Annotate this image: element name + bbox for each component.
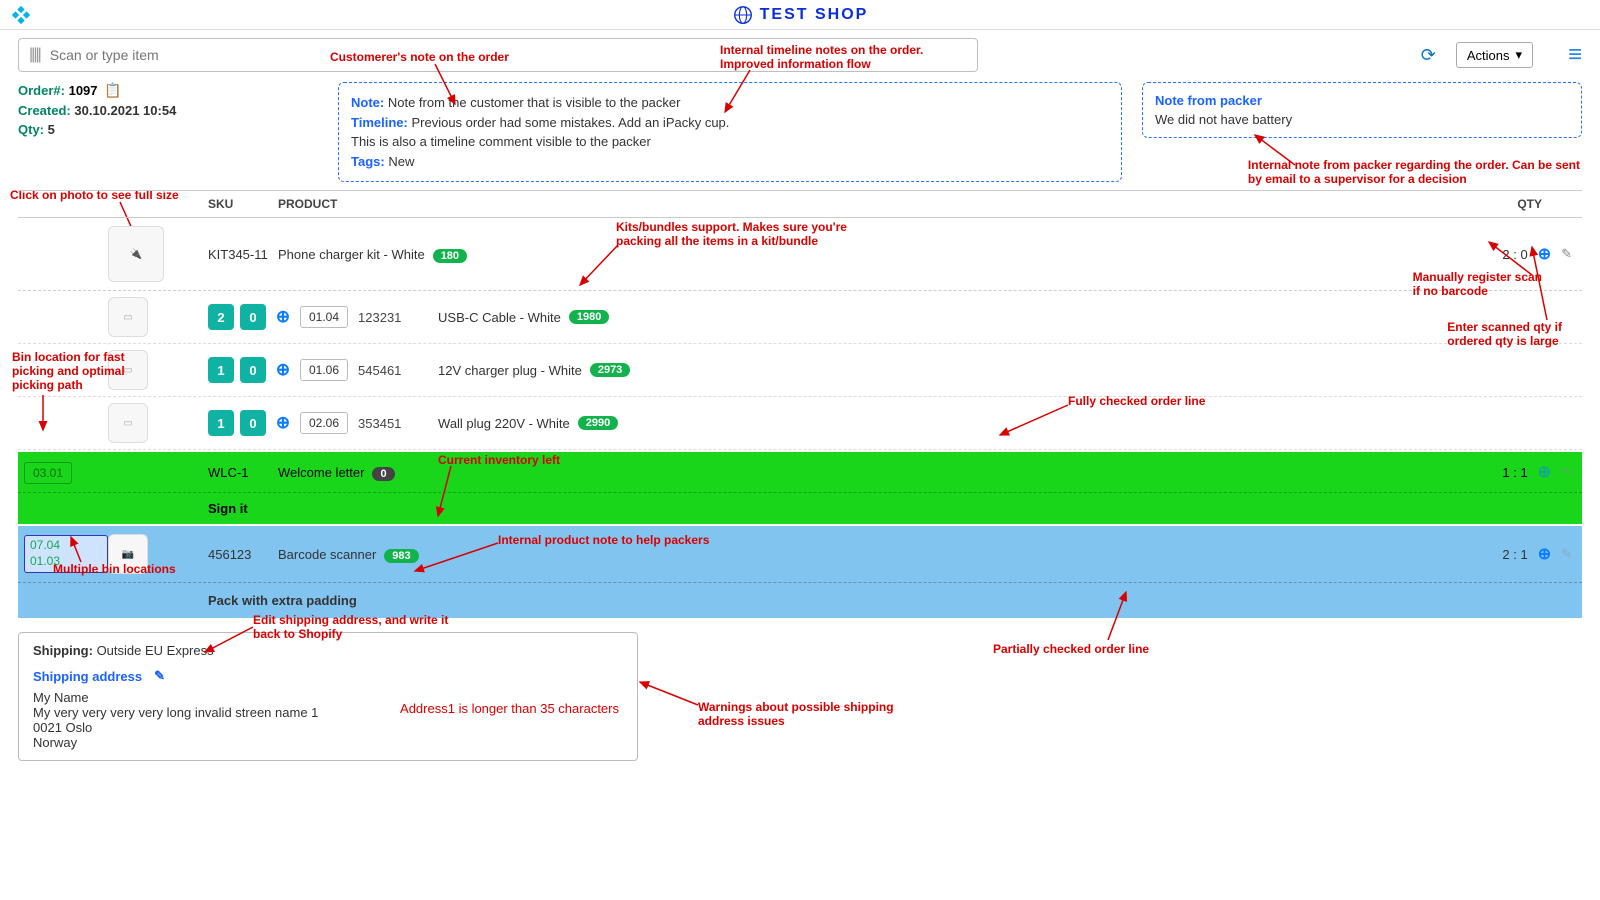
table-header: SKU PRODUCT QTY (18, 191, 1582, 218)
top-bar: TEST SHOP (0, 0, 1600, 30)
annot-shipwarn: Warnings about possible shipping address… (698, 700, 894, 728)
kit-item-row: ▭ 20 ⊕ 01.04 123231USB-C Cable - White 1980 (18, 291, 1582, 344)
full-name: Welcome letter (278, 465, 364, 480)
item-sku: 123231 (358, 310, 438, 325)
annot-fullcheck: Fully checked order line (1068, 394, 1205, 408)
kit-name: Phone charger kit - White (278, 247, 425, 262)
shop-brand: TEST SHOP (732, 4, 869, 26)
shipping-card: Shipping: Outside EU Express Shipping ad… (18, 632, 638, 761)
full-checked-row: 03.01 WLC-1 Welcome letter 0 1 : 1 ⊕ ✎ Si… (18, 452, 1582, 524)
item-sku: 353451 (358, 416, 438, 431)
barcode-icon: ||||| (29, 46, 40, 64)
item-inv: 1980 (569, 310, 609, 324)
timeline-label: Timeline: (351, 115, 408, 130)
ship-warning: Address1 is longer than 35 characters (400, 701, 619, 716)
product-thumb[interactable]: ▭ (108, 297, 148, 337)
qty-scanned-chip: 0 (240, 410, 266, 436)
qty-ordered-chip: 2 (208, 304, 234, 330)
partial-checked-row: 07.04 01.03 📷 456123 Barcode scanner983 … (18, 526, 1582, 618)
product-thumb[interactable]: 🔌 (108, 226, 164, 282)
partial-qty: 2 : 1 (1502, 547, 1527, 562)
qty-ordered-chip: 1 (208, 410, 234, 436)
menu-icon[interactable]: ≡ (1568, 41, 1582, 69)
packer-note-box: Note from packer We did not have battery (1142, 82, 1582, 138)
annot-bin: Bin location for fast picking and optima… (12, 350, 125, 392)
edit-qty-icon[interactable]: ✎ (1561, 464, 1572, 480)
qty-ordered-chip: 1 (208, 357, 234, 383)
timeline-text2: This is also a timeline comment visible … (351, 132, 1109, 152)
full-note: Sign it (18, 493, 1582, 524)
add-scan-icon[interactable]: ⊕ (272, 412, 294, 434)
qty-scanned-chip: 0 (240, 304, 266, 330)
annot-timeline: Internal timeline notes on the order. Im… (720, 43, 923, 71)
annot-inventory: Current inventory left (438, 453, 560, 467)
annot-kit: Kits/bundles support. Makes sure you're … (616, 220, 847, 248)
full-sku: WLC-1 (208, 465, 278, 480)
brand-text: TEST SHOP (760, 6, 869, 24)
th-qty: QTY (1482, 197, 1582, 211)
item-inv: 2990 (578, 416, 618, 430)
ship-country: Norway (33, 735, 623, 750)
th-product: PRODUCT (278, 197, 1482, 211)
packer-note-label: Note from packer (1155, 93, 1569, 108)
partial-name: Barcode scanner (278, 547, 376, 562)
th-sku: SKU (208, 197, 278, 211)
actions-button[interactable]: Actions▾ (1456, 42, 1533, 68)
order-meta: Order#: 1097 📋 Created: 30.10.2021 10:54… (18, 82, 318, 141)
item-name: USB-C Cable - White (438, 310, 561, 325)
item-inv: 2973 (590, 363, 630, 377)
clipboard-icon[interactable]: 📋 (104, 82, 121, 98)
shipping-label: Shipping: (33, 643, 93, 658)
order-num-label: Order#: (18, 83, 65, 98)
item-name: 12V charger plug - White (438, 363, 582, 378)
partial-sku: 456123 (208, 547, 278, 562)
tags-text: New (388, 154, 414, 169)
qty-label: Qty: (18, 122, 44, 137)
bin-loc: 01.04 (300, 306, 348, 328)
add-scan-icon[interactable]: ⊕ (272, 306, 294, 328)
add-scan-icon[interactable]: ⊕ (1538, 544, 1551, 564)
refresh-icon[interactable]: ⟳ (1421, 45, 1436, 66)
add-scan-icon[interactable]: ⊕ (1538, 462, 1551, 482)
add-scan-icon[interactable]: ⊕ (272, 359, 294, 381)
timeline-text1: Previous order had some mistakes. Add an… (411, 115, 729, 130)
edit-qty-icon[interactable]: ✎ (1561, 546, 1572, 562)
shipping-addr-label: Shipping address (33, 669, 142, 684)
app-logo-icon (10, 4, 32, 32)
edit-address-icon[interactable]: ✎ (154, 668, 165, 684)
kit-inv: 180 (433, 249, 467, 263)
note-label: Note: (351, 95, 384, 110)
qty-scanned-chip: 0 (240, 357, 266, 383)
order-number: 1097 (69, 83, 98, 98)
kit-item-row: ▭10⊕01.0654546112V charger plug - White2… (18, 344, 1582, 397)
ship-zipcity: 0021 Oslo (33, 720, 623, 735)
product-thumb[interactable]: ▭ (108, 403, 148, 443)
bin-loc: 01.06 (300, 359, 348, 381)
bin-loc: 02.06 (300, 412, 348, 434)
bin-loc: 03.01 (24, 462, 72, 484)
full-qty: 1 : 1 (1502, 465, 1527, 480)
annot-editship: Edit shipping address, and write it back… (253, 613, 448, 641)
item-name: Wall plug 220V - White (438, 416, 570, 431)
kit-item-row: ▭ 10 ⊕ 02.06 353451Wall plug 220V - White 299… (18, 397, 1582, 450)
annot-prodnote: Internal product note to help packers (498, 533, 709, 547)
created-label: Created: (18, 103, 71, 118)
full-inv: 0 (372, 467, 394, 481)
kit-sku: KIT345-11 (208, 247, 278, 262)
tags-label: Tags: (351, 154, 385, 169)
globe-icon (732, 4, 754, 26)
created-value: 30.10.2021 10:54 (74, 103, 176, 118)
qty-value: 5 (48, 122, 55, 137)
annot-customer-note: Customerer's note on the order (330, 50, 509, 64)
chevron-down-icon: ▾ (1515, 47, 1522, 63)
shipping-method: Outside EU Express (97, 643, 214, 658)
packer-note-text: We did not have battery (1155, 112, 1292, 127)
item-sku: 545461 (358, 363, 438, 378)
